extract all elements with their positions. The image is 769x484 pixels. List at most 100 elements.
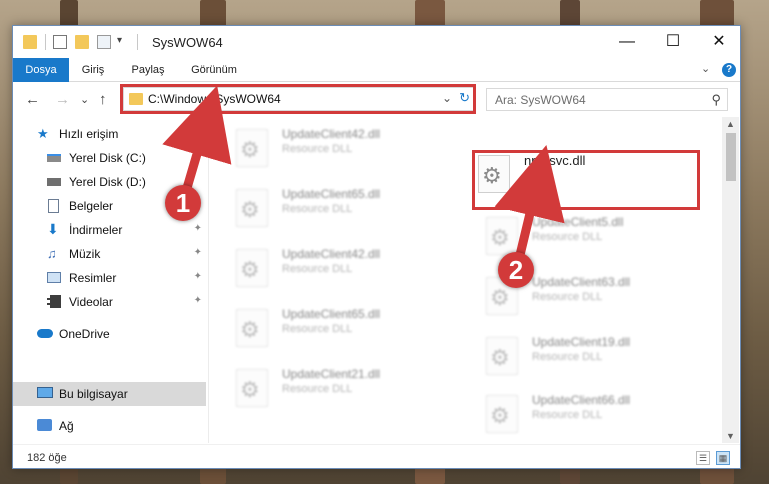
properties-icon[interactable]: [53, 35, 67, 49]
gear-icon: ⚙: [490, 225, 510, 250]
sidebar-item-label: Yerel Disk (C:): [69, 151, 146, 165]
file-name: UpdateClient65.dll: [282, 187, 381, 201]
cloud-icon: [37, 329, 53, 338]
list-item[interactable]: ⚙ UpdateClient65.dll Resource DLL: [236, 305, 466, 357]
list-item[interactable]: ⚙ UpdateClient42.dll Resource DLL: [236, 245, 466, 297]
tab-share[interactable]: Paylaş: [125, 58, 171, 82]
sidebar-item-label: Bu bilgisayar: [59, 387, 128, 401]
tab-file[interactable]: Dosya: [13, 58, 69, 82]
title-bar: ▾ SysWOW64 — ☐ ✕: [13, 26, 740, 58]
file-name: UpdateClient63.dll: [532, 275, 631, 289]
network-icon: [37, 419, 52, 431]
scroll-up-button[interactable]: ▲: [726, 119, 735, 129]
pin-icon[interactable]: ✦: [194, 271, 202, 282]
file-type: Resource DLL: [282, 383, 353, 395]
pin-icon[interactable]: ✦: [194, 223, 202, 234]
list-item[interactable]: ⚙ UpdateClient21.dll Resource DLL: [236, 365, 466, 417]
dll-file-icon: ⚙: [486, 395, 518, 433]
file-type: Resource DLL: [532, 231, 603, 243]
large-icons-view-button[interactable]: ▦: [716, 451, 730, 465]
minimize-button[interactable]: —: [604, 26, 650, 58]
sidebar-item-label: Belgeler: [69, 199, 114, 213]
gear-icon: ⚙: [490, 345, 510, 370]
sidebar-item-disk-c[interactable]: Yerel Disk (C:): [13, 147, 206, 169]
ribbon-collapse-button[interactable]: ⌄: [701, 62, 710, 75]
sidebar-item-this-pc[interactable]: Bu bilgisayar: [13, 382, 206, 406]
folder-icon: [23, 35, 37, 49]
tab-view[interactable]: Görünüm: [185, 58, 243, 82]
pin-icon[interactable]: ✦: [194, 295, 202, 306]
file-name: UpdateClient19.dll: [532, 335, 631, 349]
item-count: 182 öğe: [27, 452, 67, 464]
divider: [137, 34, 138, 50]
file-name: UpdateClient21.dll: [282, 367, 381, 381]
scroll-down-button[interactable]: ▼: [726, 431, 735, 441]
file-list: ⚙ UpdateClient42.dll Resource DLL ⚙ Upda…: [210, 117, 722, 443]
gear-icon: ⚙: [490, 285, 510, 310]
step-one-callout: 1: [165, 185, 201, 221]
gear-icon: ⚙: [490, 403, 510, 428]
gear-icon: ⚙: [240, 257, 260, 282]
details-view-button[interactable]: ☰: [696, 451, 710, 465]
maximize-button[interactable]: ☐: [650, 26, 696, 58]
forward-button[interactable]: →: [55, 91, 70, 108]
drive-icon: [47, 154, 61, 162]
computer-icon: [37, 387, 53, 398]
sidebar-item-label: OneDrive: [59, 327, 110, 341]
sidebar-item-label: Müzik: [69, 247, 101, 261]
file-type: Resource DLL: [282, 203, 353, 215]
pin-icon[interactable]: ✦: [194, 247, 202, 258]
sidebar-item-music[interactable]: ♫ Müzik ✦: [13, 243, 206, 265]
navigation-bar: ← → ⌄ ↑ C:\Windows\SysWOW64 ⌄ ↻ Ara: Sys…: [13, 83, 740, 117]
dll-file-icon: ⚙: [236, 189, 268, 227]
file-name: UpdateClient66.dll: [532, 393, 631, 407]
file-highlight: [472, 150, 700, 210]
file-name: UpdateClient42.dll: [282, 247, 381, 261]
gear-icon: ⚙: [240, 137, 260, 162]
explorer-window: ▾ SysWOW64 — ☐ ✕ Dosya Giriş Paylaş Görü…: [12, 25, 741, 469]
chevron-down-icon[interactable]: ▾: [117, 35, 131, 49]
sidebar-item-videos[interactable]: Videolar ✦: [13, 291, 206, 313]
sidebar-item-onedrive[interactable]: OneDrive: [13, 323, 206, 345]
sidebar-item-pictures[interactable]: Resimler ✦: [13, 267, 206, 289]
music-icon: ♫: [47, 246, 57, 261]
pictures-icon: [47, 272, 61, 283]
list-item[interactable]: ⚙ UpdateClient66.dll Resource DLL: [486, 391, 716, 443]
file-type: Resource DLL: [282, 143, 353, 155]
list-item[interactable]: ⚙ UpdateClient65.dll Resource DLL: [236, 185, 466, 237]
sidebar-item-quick-access[interactable]: ★ Hızlı erişim: [13, 123, 206, 145]
dll-file-icon: ⚙: [486, 217, 518, 255]
file-name: UpdateClient42.dll: [282, 127, 381, 141]
gear-icon: ⚙: [240, 317, 260, 342]
recent-locations-button[interactable]: ⌄: [80, 93, 89, 106]
up-button[interactable]: ↑: [99, 91, 107, 108]
file-name: UpdateClient65.dll: [282, 307, 381, 321]
list-item[interactable]: ⚙ UpdateClient42.dll Resource DLL: [236, 125, 466, 177]
window-title: SysWOW64: [152, 35, 223, 50]
sidebar-item-label: Videolar: [69, 295, 113, 309]
close-button[interactable]: ✕: [696, 26, 740, 58]
dll-file-icon: ⚙: [236, 129, 268, 167]
star-icon: ★: [37, 126, 49, 141]
file-type: Resource DLL: [532, 409, 603, 421]
search-box[interactable]: Ara: SysWOW64 ⚲: [486, 88, 728, 111]
dll-file-icon: ⚙: [236, 309, 268, 347]
file-name: UpdateClient5.dll: [532, 215, 624, 229]
sidebar-item-label: Ağ: [59, 419, 74, 433]
search-input[interactable]: Ara: SysWOW64: [495, 93, 586, 107]
sidebar-item-downloads[interactable]: ⬇ İndirmeler ✦: [13, 219, 206, 241]
tab-home[interactable]: Giriş: [75, 58, 111, 82]
file-type: Resource DLL: [532, 351, 603, 363]
step-two-callout: 2: [498, 252, 534, 288]
new-folder-icon[interactable]: [75, 35, 89, 49]
sidebar-item-network[interactable]: Ağ: [13, 415, 206, 437]
back-button[interactable]: ←: [25, 91, 40, 108]
divider: [45, 34, 46, 50]
scroll-thumb[interactable]: [726, 133, 736, 181]
drive-icon: [47, 178, 61, 186]
help-icon[interactable]: ?: [722, 63, 736, 77]
list-item[interactable]: ⚙ UpdateClient19.dll Resource DLL: [486, 333, 716, 385]
customize-toolbar-icon[interactable]: [97, 35, 111, 49]
search-icon[interactable]: ⚲: [711, 92, 721, 108]
vertical-scrollbar[interactable]: ▲ ▼: [722, 117, 739, 443]
